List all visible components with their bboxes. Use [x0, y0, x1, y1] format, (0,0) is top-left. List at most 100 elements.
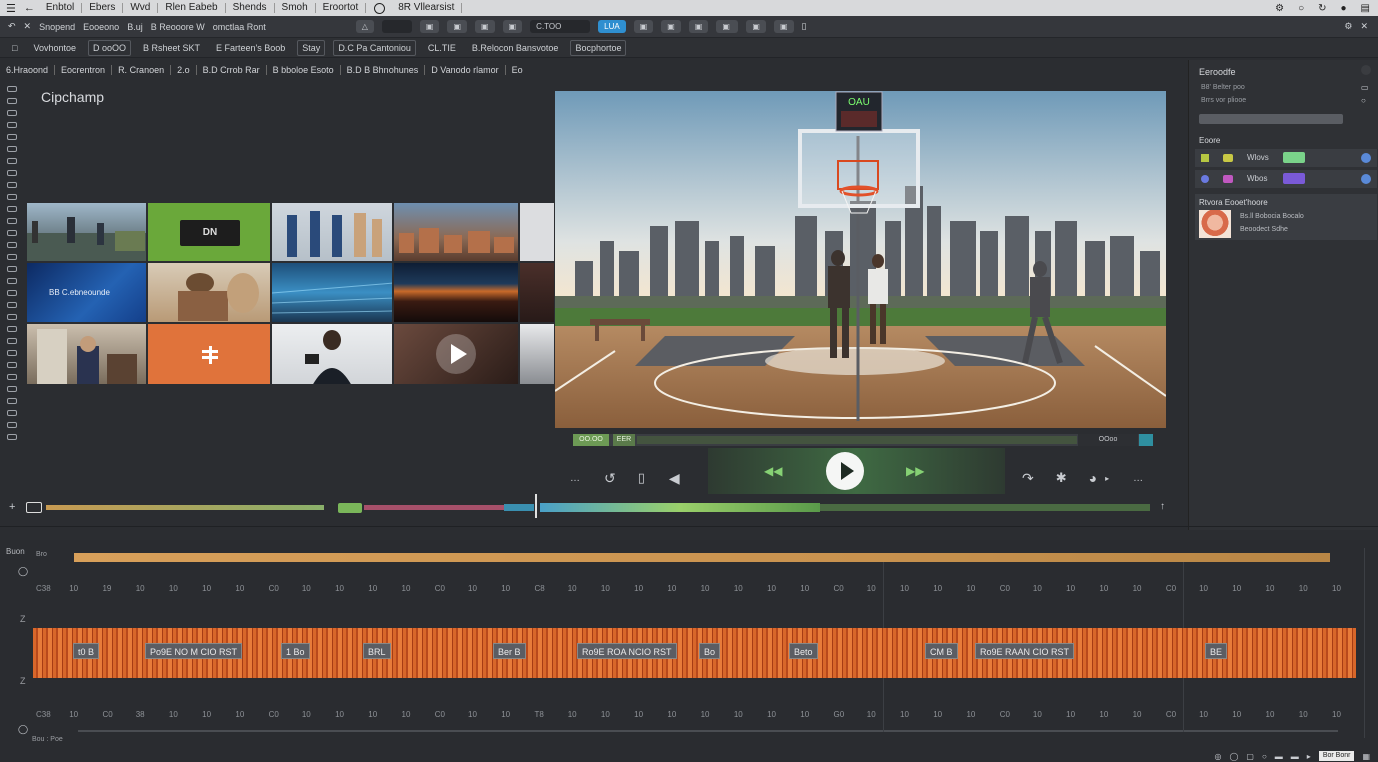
asset-card[interactable]: Rtvora Eooet'hoore Bs.ll Bobocia Bocalo … — [1195, 194, 1377, 240]
media-thumbnail[interactable] — [393, 323, 519, 385]
toolbar-chip[interactable]: ▣ — [419, 20, 440, 33]
toolbar-item[interactable]: B bboloe Esoto — [273, 65, 341, 75]
inspector-row[interactable]: Wbos — [1195, 170, 1377, 188]
toolbar-item[interactable]: R. Cranoen — [118, 65, 172, 75]
tool-icon[interactable] — [7, 350, 17, 356]
toolbar-chip[interactable]: ▣ — [773, 20, 794, 33]
toolbar-item[interactable]: B.Relocon Bansvotoe — [468, 41, 563, 55]
redo-icon[interactable]: ↷ — [1022, 470, 1034, 487]
toolbar-item[interactable]: omctlaa Ront — [213, 22, 266, 32]
toolbar-chip[interactable]: ▣ — [716, 20, 739, 33]
status-icon[interactable]: ◎ — [1214, 752, 1221, 761]
status-icon[interactable]: ▦ — [1362, 752, 1370, 761]
media-thumbnail[interactable] — [271, 323, 393, 385]
tool-icon[interactable] — [7, 218, 17, 224]
toolbar-chip[interactable]: △ — [355, 20, 374, 33]
preview-scrub-bar[interactable]: OO.OO EER OOoo — [573, 434, 1153, 446]
more-icon[interactable]: … — [1133, 473, 1143, 484]
circle-icon[interactable] — [374, 2, 386, 14]
tool-icon[interactable] — [7, 206, 17, 212]
toolbar-item[interactable]: Vovhontoe — [29, 41, 80, 55]
tool-icon[interactable] — [7, 302, 17, 308]
toolbar-chip[interactable]: ▣ — [447, 20, 468, 33]
media-thumbnail[interactable]: DN — [147, 202, 271, 262]
menu-item[interactable]: Shends — [226, 3, 275, 13]
toolbar-item[interactable]: Eooeono — [83, 22, 119, 32]
tool-icon[interactable] — [7, 122, 17, 128]
toggle-icon[interactable]: ○ — [1361, 96, 1366, 105]
sync-icon[interactable]: ↻ — [1318, 3, 1326, 14]
toolbar-item[interactable]: E Farteen's Boob — [212, 41, 289, 55]
tool-icon[interactable] — [7, 362, 17, 368]
tool-icon[interactable] — [7, 86, 17, 92]
toolbar-item[interactable]: Eo — [512, 65, 529, 75]
toolbar-chip[interactable]: ▣ — [502, 20, 523, 33]
toolbar-item[interactable]: 6.Hraoond — [6, 65, 56, 75]
status-chip[interactable]: Bor Bonr — [1318, 751, 1355, 761]
tool-icon[interactable] — [7, 434, 17, 440]
tool-icon[interactable] — [7, 242, 17, 248]
loop-icon[interactable]: ↺ — [604, 470, 616, 487]
media-thumbnail[interactable] — [147, 262, 271, 323]
menu-item[interactable]: Smoh — [275, 3, 316, 13]
add-icon[interactable]: + — [9, 501, 15, 513]
toolbar-item[interactable]: B.uj — [127, 22, 143, 32]
toolbar-chip[interactable]: ▣ — [746, 20, 766, 33]
settings-icon[interactable]: ⚙ — [1344, 21, 1352, 32]
back-arrow-icon[interactable]: ← — [24, 2, 35, 14]
crop-icon[interactable]: □ — [8, 41, 21, 55]
status-icon[interactable]: ▬ — [1275, 752, 1283, 761]
media-thumbnail[interactable] — [393, 202, 519, 262]
media-thumbnail[interactable] — [271, 262, 393, 323]
tool-icon[interactable] — [7, 158, 17, 164]
tool-icon[interactable] — [7, 278, 17, 284]
clock-icon[interactable]: ◯ — [18, 724, 28, 735]
menu-item[interactable]: Eroortot — [316, 3, 367, 13]
toolbar-active-chip[interactable]: LUA — [598, 20, 626, 33]
media-thumbnail[interactable] — [26, 202, 147, 262]
status-icon[interactable]: ◯ — [1229, 752, 1238, 761]
user-icon[interactable]: ● — [1341, 3, 1347, 14]
clock-icon[interactable]: ◯ — [18, 566, 28, 577]
info-icon[interactable] — [1361, 65, 1371, 75]
toolbar-item[interactable]: B Rsheet SKT — [139, 41, 204, 55]
tool-icon[interactable] — [7, 326, 17, 332]
menu-item[interactable]: Ebers — [82, 3, 124, 13]
toolbar-chip[interactable] — [381, 20, 412, 33]
hamburger-icon[interactable]: ☰ — [6, 2, 16, 15]
tool-icon[interactable] — [7, 410, 17, 416]
media-thumbnail[interactable] — [519, 202, 555, 262]
bottom-scrollbar[interactable] — [78, 730, 1338, 732]
play-icon[interactable] — [436, 334, 476, 374]
tool-icon[interactable] — [7, 182, 17, 188]
media-thumbnail[interactable] — [271, 202, 393, 262]
toolbar-item[interactable]: Stay — [297, 39, 326, 56]
tool-icon[interactable] — [7, 338, 17, 344]
menu-item[interactable]: Rlen Eabeb — [158, 3, 226, 13]
forward-icon[interactable]: ▶▶ — [906, 464, 924, 478]
toolbar-item[interactable]: B.D Crrob Rar — [203, 65, 267, 75]
gear-icon[interactable]: ⚙ — [1275, 3, 1284, 14]
tool-icon[interactable] — [7, 398, 17, 404]
media-thumbnail[interactable]: BB C.ebneounde — [26, 262, 147, 323]
toolbar-item[interactable]: D ooOO — [87, 39, 131, 56]
status-icon[interactable]: ▸ — [1307, 752, 1311, 761]
tool-icon[interactable] — [7, 266, 17, 272]
toggle-icon[interactable]: ▭ — [1361, 83, 1369, 92]
menu-item[interactable]: 8R Vllearsist — [391, 3, 463, 13]
play-button[interactable] — [826, 452, 864, 490]
tool-icon[interactable] — [7, 386, 17, 392]
toolbar-item[interactable]: Bocphortoe — [570, 39, 627, 56]
toolbar-item[interactable]: D Vanodo rlamor — [431, 65, 506, 75]
tool-icon[interactable] — [7, 146, 17, 152]
toolbar-item[interactable]: CL.TIE — [424, 41, 460, 55]
tool-icon[interactable] — [7, 170, 17, 176]
video-clip-track[interactable]: t0 B Po9E NO M CIO RST 1 Bo BRL Ber B Ro9E RO… — [33, 628, 1356, 678]
toolbar-item[interactable]: Eocrentron — [61, 65, 113, 75]
trash-icon[interactable]: ▯ — [802, 21, 807, 32]
toolbar-dropdown[interactable]: C.TOO — [530, 20, 591, 33]
bell-icon[interactable]: ○ — [1298, 3, 1304, 14]
undo-icon[interactable]: ↶ — [8, 21, 16, 32]
gear-icon[interactable]: ✱ — [1056, 470, 1067, 486]
visibility-icon[interactable] — [1361, 153, 1371, 163]
